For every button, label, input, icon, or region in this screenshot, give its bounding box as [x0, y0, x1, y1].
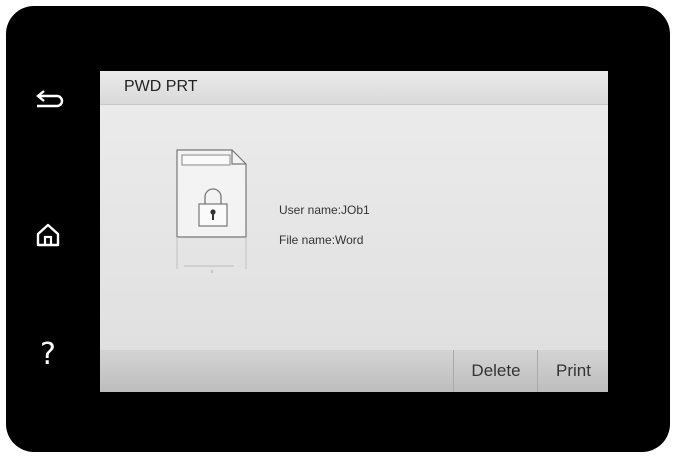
home-button[interactable] [28, 215, 68, 255]
file-name-text: File name:Word [279, 233, 364, 247]
print-button[interactable]: Print [537, 350, 608, 392]
help-icon: ? [40, 337, 56, 372]
page-title: PWD PRT [124, 78, 198, 95]
action-bar: Delete Print [100, 350, 608, 392]
locked-document-icon [176, 149, 247, 273]
title-bar: PWD PRT [100, 71, 608, 105]
delete-button[interactable]: Delete [453, 350, 538, 392]
user-name-text: User name:JOb1 [279, 203, 370, 217]
help-button[interactable]: ? [28, 335, 68, 375]
job-details-panel: User name:JOb1 File name:Word [100, 105, 608, 350]
back-arrow-icon [36, 90, 64, 108]
back-button[interactable] [28, 82, 68, 122]
home-icon [36, 223, 60, 247]
touch-screen: PWD PRT User name:JOb1 File name:Word De… [100, 71, 608, 392]
